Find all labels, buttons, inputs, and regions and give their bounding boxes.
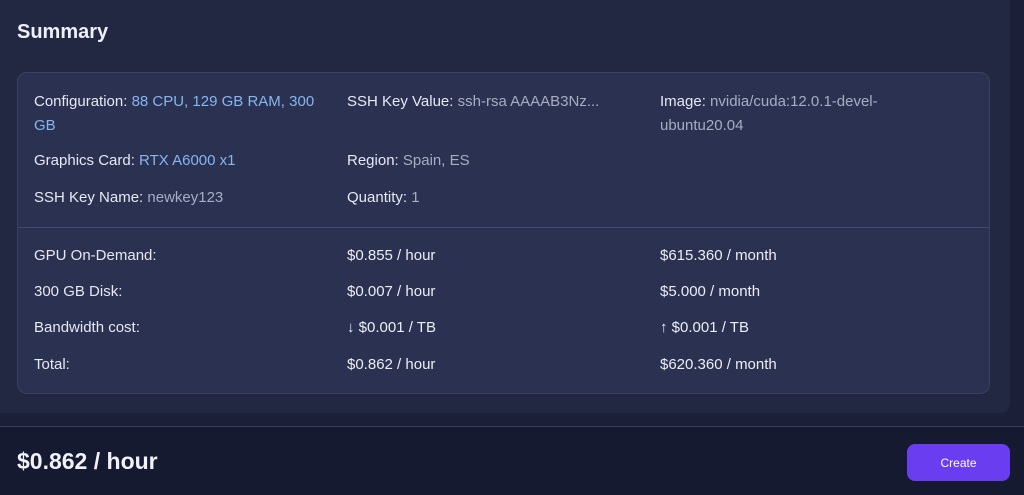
- summary-panel: Summary Configuration: 88 CPU, 129 GB RA…: [0, 0, 1010, 413]
- create-button[interactable]: Create: [907, 444, 1010, 481]
- scroll-edge: [1010, 0, 1024, 413]
- page: Summary Configuration: 88 CPU, 129 GB RA…: [0, 0, 1024, 495]
- region-value: Spain, ES: [402, 152, 470, 169]
- cost-upload-bandwidth: ↑ $0.001 / TB: [660, 319, 749, 336]
- cost-hourly-total: $0.862 / hour: [347, 356, 436, 373]
- quantity-row: Quantity: 1: [347, 186, 647, 210]
- configuration-row: Configuration: 88 CPU, 129 GB RAM, 300 G…: [34, 90, 334, 138]
- ssh-key-value-row: SSH Key Value: ssh-rsa AAAAB3Nz...: [347, 90, 647, 114]
- ssh-key-value-label: SSH Key Value:: [347, 93, 454, 110]
- cost-label-gpu: GPU On-Demand:: [34, 247, 157, 264]
- ssh-key-name-label: SSH Key Name:: [34, 189, 144, 206]
- cost-monthly-gpu: $615.360 / month: [660, 247, 777, 264]
- cost-label-bandwidth: Bandwidth cost:: [34, 319, 140, 336]
- region-row: Region: Spain, ES: [347, 149, 647, 173]
- ssh-key-name-value: newkey123: [147, 189, 224, 206]
- cost-monthly-disk: $5.000 / month: [660, 283, 761, 300]
- cost-monthly-total: $620.360 / month: [660, 356, 777, 373]
- section-title: Summary: [17, 21, 109, 43]
- quantity-value: 1: [411, 189, 420, 206]
- graphics-card-label: Graphics Card:: [34, 152, 135, 169]
- summary-card: Configuration: 88 CPU, 129 GB RAM, 300 G…: [17, 72, 990, 394]
- ssh-key-name-row: SSH Key Name: newkey123: [34, 186, 334, 210]
- footer-total-price: $0.862 / hour: [17, 448, 158, 474]
- cost-label-total: Total:: [34, 356, 70, 373]
- graphics-card-row: Graphics Card: RTX A6000 x1: [34, 149, 334, 173]
- image-label: Image:: [660, 93, 706, 110]
- image-row: Image: nvidia/cuda:12.0.1-devel-ubuntu20…: [660, 90, 920, 138]
- quantity-label: Quantity:: [347, 189, 408, 206]
- cost-download-bandwidth: ↓ $0.001 / TB: [347, 319, 436, 336]
- region-label: Region:: [347, 152, 399, 169]
- cost-label-disk: 300 GB Disk:: [34, 283, 123, 300]
- card-divider: [18, 227, 989, 228]
- graphics-card-value: RTX A6000 x1: [139, 152, 236, 169]
- cost-hourly-disk: $0.007 / hour: [347, 283, 436, 300]
- ssh-key-value-value: ssh-rsa AAAAB3Nz...: [457, 93, 600, 110]
- configuration-label: Configuration:: [34, 93, 128, 110]
- cost-hourly-gpu: $0.855 / hour: [347, 247, 436, 264]
